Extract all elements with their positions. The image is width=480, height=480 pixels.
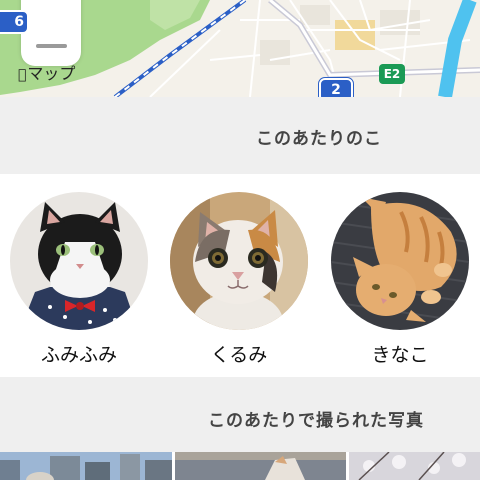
apple-logo-icon:  (18, 67, 26, 83)
nearby-photos-header: このあたりで撮られた写真 (0, 377, 480, 452)
photo-thumbnail[interactable] (349, 452, 480, 480)
route-badge: 2 (319, 78, 353, 97)
cat-avatar[interactable] (170, 192, 308, 330)
cat-name: くるみ (210, 344, 268, 366)
cat-name: きなこ (371, 344, 429, 366)
photo-thumbnail[interactable] (0, 452, 172, 480)
photo-grid (0, 452, 480, 480)
nearby-cats-title: このあたりのこ (256, 129, 382, 149)
nearby-photos-title: このあたりで撮られた写真 (208, 411, 424, 431)
map-view[interactable]: 6 マップ 2 E2 (0, 0, 480, 97)
apple-maps-label[interactable]: マップ (18, 60, 75, 84)
cat-avatar[interactable] (331, 192, 469, 330)
cat-avatar[interactable] (10, 192, 148, 330)
expressway-badge: E2 (379, 64, 405, 84)
cat-list: ふみふみ くるみ きなこ (0, 174, 480, 377)
cat-item[interactable]: きなこ (331, 192, 471, 366)
cat-name: ふみふみ (40, 344, 117, 366)
sheet-card (21, 0, 81, 66)
photo-thumbnail[interactable] (175, 452, 346, 480)
drag-handle[interactable] (36, 44, 67, 48)
maps-app-label: マップ (19, 64, 75, 83)
cat-item[interactable]: ふみふみ (10, 192, 150, 366)
cat-item[interactable]: くるみ (170, 192, 310, 366)
route-badge-partial: 6 (0, 10, 29, 34)
nearby-cats-header: このあたりのこ (0, 97, 480, 174)
